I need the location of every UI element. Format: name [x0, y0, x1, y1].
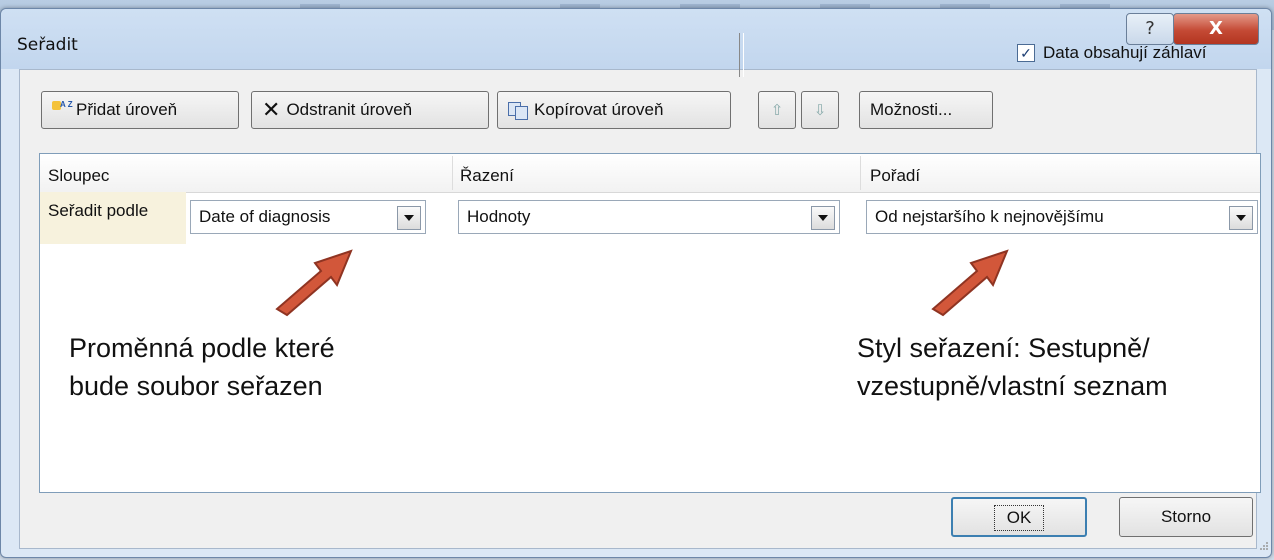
sort-level-row[interactable]: Seřadit podle Date of diagnosis Hodnoty … [40, 192, 1260, 244]
arrow-down-icon: ⇩ [813, 102, 827, 119]
copy-icon [508, 102, 528, 120]
chevron-down-icon[interactable] [811, 206, 835, 230]
arrow-up-icon: ⇧ [770, 102, 784, 119]
help-button[interactable]: ? [1126, 13, 1174, 45]
chevron-down-icon[interactable] [1229, 206, 1253, 230]
chevron-down-icon[interactable] [397, 206, 421, 230]
close-button[interactable]: X [1173, 13, 1259, 45]
ok-label: OK [993, 505, 1045, 531]
add-level-label: Přidat úroveň [76, 100, 178, 119]
column-header-sloupec: Sloupec [48, 166, 110, 185]
annotation-text-right: Styl seřazení: Sestupně/ vzestupně/vlast… [857, 333, 1168, 401]
sort-levels-grid: Sloupec Řazení Pořadí Seřadit podle Date… [39, 153, 1261, 493]
column-header-poradi: Pořadí [870, 166, 921, 185]
delete-level-label: Odstranit úroveň [286, 100, 413, 119]
move-down-button[interactable]: ⇩ [801, 91, 839, 129]
delete-level-button[interactable]: ✕ Odstranit úroveň [251, 91, 489, 129]
column-header-razeni: Řazení [460, 166, 514, 185]
header-checkbox-label: Data obsahují záhlaví [1043, 43, 1207, 62]
options-label: Možnosti... [870, 100, 953, 119]
column-select-value: Date of diagnosis [199, 207, 331, 226]
move-up-button[interactable]: ⇧ [758, 91, 796, 129]
ok-button[interactable]: OK [951, 497, 1087, 537]
copy-level-button[interactable]: Kopírovat úroveň [497, 91, 731, 129]
resize-grip-icon[interactable] [1259, 541, 1269, 551]
cancel-button[interactable]: Storno [1119, 497, 1253, 537]
dialog-title: Seřadit [17, 35, 78, 55]
sort-dialog: Seřadit ? X Přidat úroveň ✕ Odstranit úr… [0, 8, 1272, 558]
add-level-icon [52, 101, 70, 119]
grid-header: Sloupec Řazení Pořadí [40, 154, 1260, 193]
order-select-value: Od nejstaršího k nejnovějšímu [875, 207, 1104, 226]
sort-on-select-value: Hodnoty [467, 207, 531, 226]
add-level-button[interactable]: Přidat úroveň [41, 91, 239, 129]
annotation-text-left: Proměnná podle které bude soubor seřazen [69, 333, 335, 401]
header-checkbox[interactable]: ✓ [1017, 44, 1035, 62]
sort-on-select[interactable]: Hodnoty [458, 200, 840, 234]
row-label: Seřadit podle [40, 192, 186, 244]
options-button[interactable]: Možnosti... [859, 91, 993, 129]
delete-x-icon: ✕ [262, 97, 281, 122]
annotation-arrow-left [275, 249, 353, 317]
header-checkbox-row[interactable]: ✓ Data obsahují záhlaví [1017, 43, 1207, 63]
annotation-arrow-right [931, 249, 1009, 317]
toolbar-separator [739, 33, 744, 77]
copy-level-label: Kopírovat úroveň [534, 100, 664, 119]
order-select[interactable]: Od nejstaršího k nejnovějšímu [866, 200, 1258, 234]
column-select[interactable]: Date of diagnosis [190, 200, 426, 234]
